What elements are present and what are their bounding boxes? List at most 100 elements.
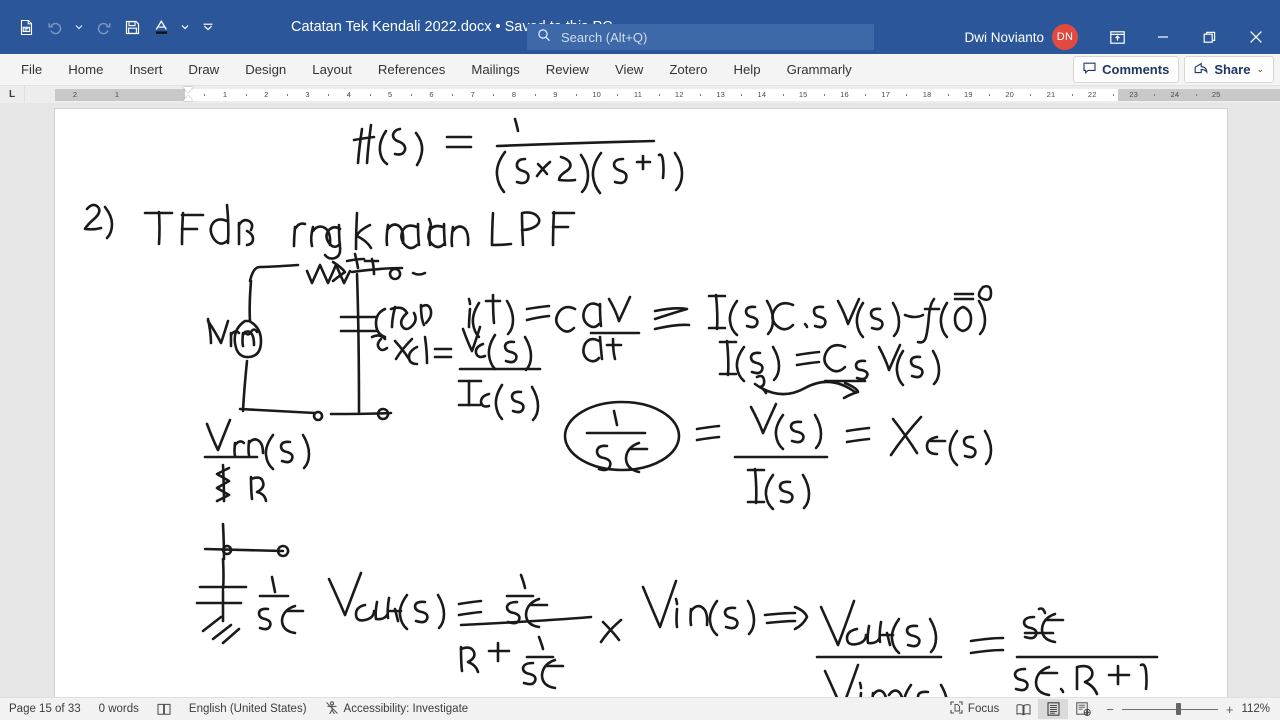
page-indicator-label: Page 15 of 33 <box>9 703 81 715</box>
ruler-minor-tickmark <box>906 94 908 96</box>
redo-icon[interactable] <box>89 13 117 41</box>
ruler-minor-tickmark <box>741 94 743 96</box>
tab-review[interactable]: Review <box>533 57 602 83</box>
horizontal-ruler[interactable]: 2 1 1 2 3 4 5 6 7 8 9 10 11 12 13 14 15 16 17 18 19 20 21 22 23 2… <box>25 86 1280 103</box>
minimize-button[interactable] <box>1140 20 1186 54</box>
tab-file[interactable]: File <box>8 57 55 83</box>
font-color-icon[interactable] <box>147 13 175 41</box>
quick-access-toolbar <box>0 13 221 41</box>
ruler-minor-tickmark <box>865 94 867 96</box>
page-indicator[interactable]: Page 15 of 33 <box>0 699 90 719</box>
customize-quick-access-toolbar-icon[interactable] <box>195 13 221 41</box>
word-application-window: Catatan Tek Kendali 2022.docx • Saved to… <box>0 0 1280 720</box>
tab-grammarly[interactable]: Grammarly <box>774 57 865 83</box>
search-input[interactable]: Search (Alt+Q) <box>561 30 647 45</box>
accessibility-icon <box>325 700 339 718</box>
ruler-minor-tickmark <box>1154 94 1156 96</box>
ruler-tick: 2 <box>264 90 269 99</box>
ruler-tick: 8 <box>511 90 517 99</box>
first-line-indent-marker[interactable] <box>183 87 193 93</box>
focus-icon <box>950 701 963 717</box>
ruler-tick: 7 <box>470 90 475 99</box>
ruler-tick: 19 <box>964 90 973 99</box>
ruler-tick: 25 <box>1211 90 1221 99</box>
ruler-tick: 23 <box>1129 90 1138 99</box>
ruler-minor-tickmark <box>947 94 949 96</box>
ruler-minor-tickmark <box>823 94 825 96</box>
tab-draw[interactable]: Draw <box>175 57 232 83</box>
ruler-tick: 1 <box>222 90 228 99</box>
ruler-tick: 15 <box>798 90 808 99</box>
language-indicator[interactable]: English (United States) <box>180 699 316 719</box>
focus-mode-button[interactable]: Focus <box>941 699 1008 719</box>
ribbon-display-options-icon[interactable] <box>1094 20 1140 54</box>
zoom-in-button[interactable]: + <box>1226 703 1234 716</box>
print-layout-button[interactable] <box>1038 699 1069 719</box>
share-chevron-icon[interactable]: ⌄ <box>1256 64 1264 75</box>
ruler-minor-tickmark <box>328 94 330 96</box>
comments-button[interactable]: Comments <box>1073 56 1180 83</box>
tab-stop-selector[interactable]: L <box>0 86 25 103</box>
ruler-minor-tickmark <box>658 94 660 96</box>
zoom-slider-track[interactable] <box>1121 703 1218 715</box>
ribbon-right-group: Comments Share ⌄ <box>1073 56 1274 83</box>
spelling-and-grammar-icon[interactable] <box>148 699 180 719</box>
ruler-tick: 17 <box>881 90 891 99</box>
document-canvas[interactable] <box>0 103 1280 697</box>
ruler-tick-labels: 2 1 1 2 3 4 5 6 7 8 9 10 11 12 13 14 15 16 17 18 19 20 21 22 23 2… <box>55 89 1280 101</box>
ribbon-tabs: File Home Insert Draw Design Layout Refe… <box>0 57 865 83</box>
account-name[interactable]: Dwi Novianto <box>964 30 1044 45</box>
tab-help[interactable]: Help <box>720 57 773 83</box>
ruler-tick: 21 <box>1046 90 1056 99</box>
tab-design[interactable]: Design <box>232 57 299 83</box>
title-bar-right-group: Dwi Novianto DN <box>964 20 1280 54</box>
ruler-minor-tickmark <box>699 94 701 96</box>
hanging-indent-marker[interactable] <box>183 95 193 101</box>
zoom-level-label[interactable]: 112% <box>1241 703 1276 715</box>
ruler-minor-tickmark <box>1030 94 1032 96</box>
language-label: English (United States) <box>188 703 307 715</box>
tab-layout[interactable]: Layout <box>299 57 365 83</box>
ruler-minor-tickmark <box>286 94 288 96</box>
ruler-tick: 9 <box>553 90 558 99</box>
undo-icon[interactable] <box>41 13 69 41</box>
undo-dropdown-icon[interactable] <box>70 13 88 41</box>
ruler-tick: 12 <box>674 90 684 99</box>
ruler-minor-tickmark <box>1195 94 1197 96</box>
ruler-tick: 10 <box>592 90 602 99</box>
word-count-label: 0 words <box>98 703 139 715</box>
autosave-print-icon[interactable] <box>12 13 40 41</box>
ruler-left-margin-tick: 2 <box>72 90 78 99</box>
zoom-slider[interactable]: − + <box>1098 703 1241 716</box>
search-box[interactable]: Search (Alt+Q) <box>527 24 874 50</box>
ribbon-tab-bar: File Home Insert Draw Design Layout Refe… <box>0 54 1280 86</box>
close-button[interactable] <box>1232 20 1280 54</box>
tab-view[interactable]: View <box>602 57 656 83</box>
restore-button[interactable] <box>1186 20 1232 54</box>
web-layout-button[interactable] <box>1068 699 1098 719</box>
ruler-tick: 20 <box>1005 90 1015 99</box>
share-button[interactable]: Share ⌄ <box>1184 56 1274 83</box>
tab-insert[interactable]: Insert <box>116 57 175 83</box>
tab-references[interactable]: References <box>365 57 458 83</box>
read-mode-button[interactable] <box>1008 699 1038 719</box>
ruler-minor-tickmark <box>1112 94 1114 96</box>
save-icon[interactable] <box>118 13 146 41</box>
ruler-minor-tickmark <box>782 94 784 96</box>
tab-home[interactable]: Home <box>55 57 116 83</box>
ruler-tick: 13 <box>716 90 725 99</box>
zoom-slider-thumb[interactable] <box>1175 703 1181 715</box>
ruler-tick: 11 <box>633 90 643 99</box>
font-color-dropdown-icon[interactable] <box>176 13 194 41</box>
share-icon <box>1194 62 1208 77</box>
tab-mailings[interactable]: Mailings <box>458 57 532 83</box>
ruler-tick: 24 <box>1170 90 1180 99</box>
tab-zotero[interactable]: Zotero <box>656 57 720 83</box>
ruler-minor-tickmark <box>576 94 578 96</box>
document-page[interactable] <box>55 109 1227 697</box>
accessibility-checker[interactable]: Accessibility: Investigate <box>316 699 478 719</box>
focus-label: Focus <box>967 703 1000 715</box>
zoom-out-button[interactable]: − <box>1106 703 1114 716</box>
avatar[interactable]: DN <box>1052 24 1078 50</box>
word-count[interactable]: 0 words <box>90 699 148 719</box>
